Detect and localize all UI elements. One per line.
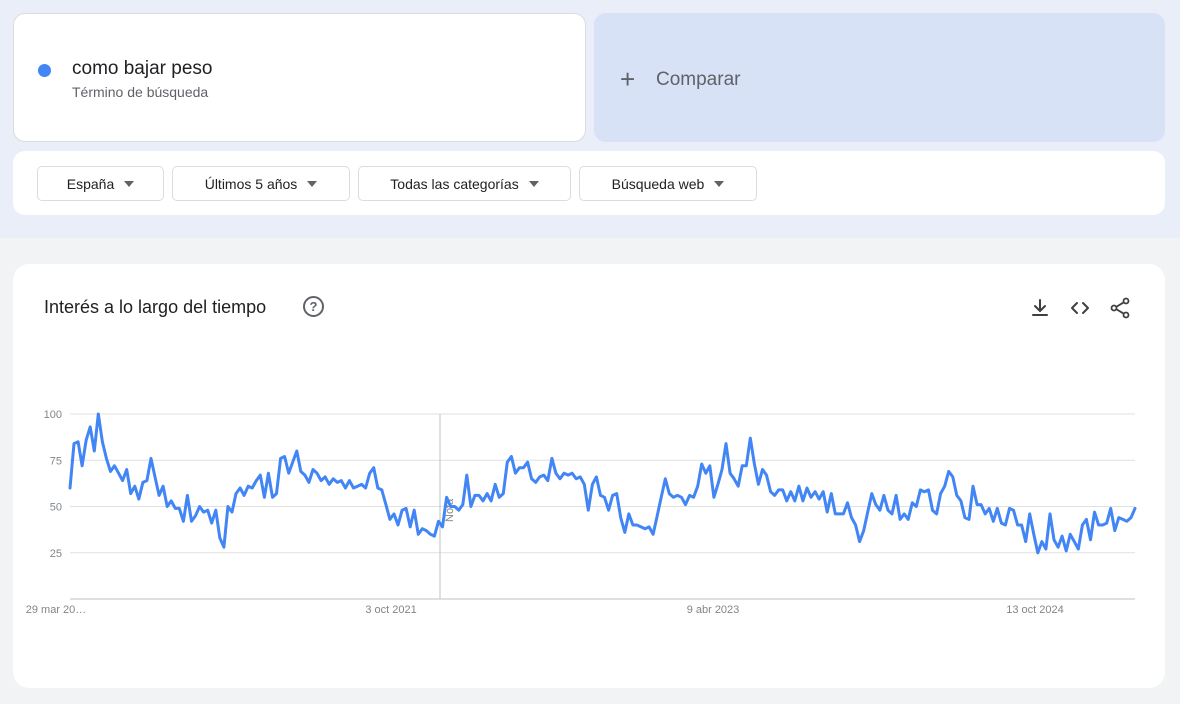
y-tick-label: 50: [50, 502, 62, 514]
x-tick-label: 29 mar 20…: [26, 604, 87, 616]
filter-region-label: España: [66, 175, 115, 192]
line-chart: 255075100Nota 29 mar 20… 3 oct 2021 9 abr …: [26, 409, 1137, 616]
compare-button[interactable]: + Comparar: [594, 13, 1165, 142]
caret-down-icon: [307, 180, 318, 187]
filter-time-dropdown[interactable]: Últimos 5 años: [172, 166, 350, 201]
y-tick-label: 75: [50, 455, 62, 467]
filter-bar: España Últimos 5 años Todas las categorí…: [13, 151, 1165, 215]
term-color-dot: [38, 64, 51, 77]
compare-label: Comparar: [656, 69, 741, 90]
filter-search-type-dropdown[interactable]: Búsqueda web: [579, 166, 757, 201]
caret-down-icon: [528, 180, 539, 187]
filter-search-type-label: Búsqueda web: [611, 175, 705, 192]
term-name[interactable]: como bajar peso: [72, 58, 212, 80]
x-tick-label: 13 oct 2024: [1006, 604, 1064, 616]
filter-time-label: Últimos 5 años: [204, 175, 298, 192]
plus-icon: +: [620, 64, 636, 94]
x-tick-label: 3 oct 2021: [365, 604, 416, 616]
y-tick-label: 100: [44, 409, 62, 421]
search-term-card[interactable]: como bajar peso Término de búsqueda: [13, 13, 586, 142]
caret-down-icon: [714, 180, 725, 187]
caret-down-icon: [124, 180, 135, 187]
y-tick-label: 25: [50, 548, 62, 560]
filter-category-dropdown[interactable]: Todas las categorías: [358, 166, 571, 201]
term-type: Término de búsqueda: [72, 84, 209, 100]
x-tick-label: 9 abr 2023: [687, 604, 740, 616]
series-line[interactable]: [68, 412, 1137, 555]
interest-over-time-card: Interés a lo largo del tiempo ? 25 50 75 10…: [13, 264, 1165, 688]
filter-category-label: Todas las categorías: [390, 175, 519, 192]
filter-region-dropdown[interactable]: España: [37, 166, 164, 201]
